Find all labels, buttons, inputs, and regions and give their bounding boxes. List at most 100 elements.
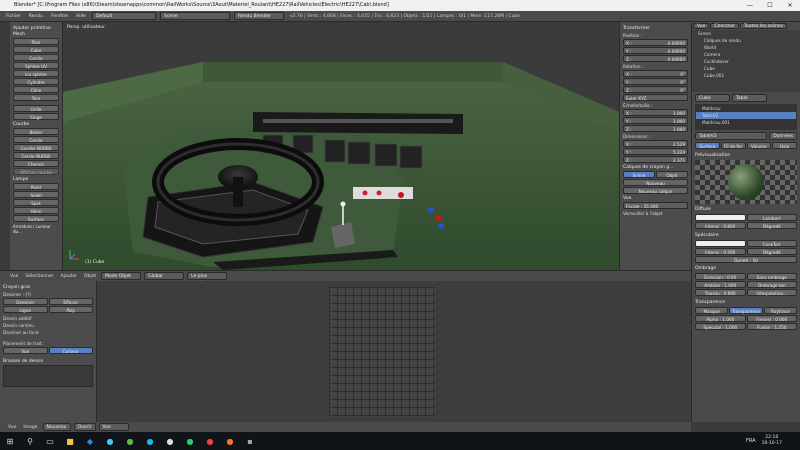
snap-target-select[interactable]: Le plus proche: [187, 272, 228, 286]
location-y-field[interactable]: Y :0.00000: [623, 47, 688, 54]
additive-drawing-checkbox[interactable]: Dessin additif: [3, 316, 93, 321]
scale-z-field[interactable]: Z :1.000: [623, 125, 688, 132]
material-slot[interactable]: TableV2: [696, 112, 796, 119]
object-selector[interactable]: Cube: [695, 94, 730, 102]
add-point-lamp-button[interactable]: Point: [13, 183, 59, 190]
grease-new-button[interactable]: Nouveau: [623, 179, 688, 186]
specular-ramp-checkbox[interactable]: Dégradé: [746, 248, 797, 255]
view-menu[interactable]: Vue: [8, 274, 20, 279]
dimensions-x-field[interactable]: X :2.529: [623, 140, 688, 147]
rotation-y-field[interactable]: Y :0°: [623, 78, 688, 85]
translucency-field[interactable]: Translu : 0.000: [695, 289, 746, 296]
grease-object-button[interactable]: Objet: [656, 171, 688, 178]
search-icon[interactable]: ⚲: [22, 434, 38, 448]
line-button[interactable]: Ligne: [3, 306, 48, 313]
show-curve-button[interactable]: Afficher courbe: [13, 168, 59, 175]
placement-cursor-button[interactable]: Curseur: [48, 347, 93, 354]
outliner-item-cockhdover[interactable]: Cockhdover: [692, 58, 800, 65]
draw-behind-checkbox[interactable]: Dessiner au fond: [3, 330, 93, 335]
whatsapp-icon[interactable]: ●: [182, 434, 198, 448]
outliner-item-cube[interactable]: Cube: [692, 65, 800, 72]
outliner-item-cube-001[interactable]: Cube.001: [692, 72, 800, 79]
tab-volume[interactable]: Volume: [746, 142, 772, 149]
outliner-item-camera[interactable]: Camera: [692, 51, 800, 58]
add-path-button[interactable]: Chemin: [13, 160, 59, 167]
toolshelf-tabs[interactable]: [0, 22, 10, 270]
dimensions-y-field[interactable]: Y :5.224: [623, 148, 688, 155]
outliner-search-menu[interactable]: Chercher: [710, 23, 739, 29]
diffuse-ramp-checkbox[interactable]: Dégradé: [746, 222, 797, 229]
add-curve-circle-button[interactable]: Cercle: [13, 136, 59, 143]
alpha-field[interactable]: Alpha : 1.000: [695, 315, 746, 322]
add-spot-lamp-button[interactable]: Spot: [13, 199, 59, 206]
dimensions-z-field[interactable]: Z :2.371: [623, 156, 688, 163]
add-cube-button[interactable]: Cube: [13, 46, 59, 53]
add-nurbs-circle-button[interactable]: Cercle NURBS: [13, 152, 59, 159]
new-image-button[interactable]: Nouveau: [42, 423, 71, 431]
location-x-field[interactable]: X :0.00000: [623, 39, 688, 46]
menu-file[interactable]: Fichier: [4, 14, 23, 19]
add-hemi-lamp-button[interactable]: Hémi: [13, 207, 59, 214]
diffuse-intensity-field[interactable]: Intensi : 0.800: [695, 222, 746, 229]
3d-viewport[interactable]: Persp. utilisateur (1) Cube: [63, 22, 619, 270]
add-cylinder-button[interactable]: Cylindre: [13, 78, 59, 85]
blender-icon[interactable]: ●: [222, 434, 238, 448]
rotation-mode-select[interactable]: Euler XYZ: [623, 94, 688, 101]
outliner-item-render-layers[interactable]: Calques de rendu: [692, 37, 800, 44]
clock[interactable]: 22:18 18-10-17: [762, 435, 782, 447]
uv-image-editor[interactable]: [97, 281, 691, 422]
specular-color-swatch[interactable]: [695, 240, 746, 247]
add-torus-button[interactable]: Tore: [13, 94, 59, 101]
add-ico-sphere-button[interactable]: Ico sphère: [13, 70, 59, 77]
add-cone-button[interactable]: Cône: [13, 86, 59, 93]
select-menu[interactable]: Sélectionner: [23, 274, 55, 279]
continuous-drawing-checkbox[interactable]: Dessin continu: [3, 323, 93, 328]
add-sun-lamp-button[interactable]: Soleil: [13, 191, 59, 198]
scale-y-field[interactable]: Y :1.000: [623, 117, 688, 124]
maximize-icon[interactable]: ☐: [760, 0, 780, 11]
specular-shader-select[interactable]: CookTorr: [746, 240, 797, 247]
tab-surface[interactable]: Surface: [695, 142, 720, 149]
menu-help[interactable]: Aide: [74, 14, 88, 19]
rotation-x-field[interactable]: X :0°: [623, 70, 688, 77]
outliner-view-menu[interactable]: Vue: [693, 23, 710, 29]
diffuse-color-swatch[interactable]: [695, 214, 746, 221]
task-view-icon[interactable]: ▭: [42, 434, 58, 448]
outliner-item-scene[interactable]: Scene: [692, 30, 800, 37]
material-slot[interactable]: Matériau.001: [696, 119, 796, 126]
tab-halo[interactable]: Halo: [772, 142, 797, 149]
erase-button[interactable]: Effacer: [48, 298, 93, 305]
windows-start-icon[interactable]: ⊞: [2, 434, 18, 448]
outliner-display-select[interactable]: Toutes les scènes: [739, 23, 788, 29]
rotation-z-field[interactable]: Z :0°: [623, 86, 688, 93]
emission-field[interactable]: Émission : 0.00: [695, 273, 746, 280]
scale-x-field[interactable]: X :1.000: [623, 109, 688, 116]
open-image-button[interactable]: Ouvrir: [73, 423, 96, 431]
add-grid-button[interactable]: Grille: [13, 105, 59, 112]
outliner-item-world[interactable]: World: [692, 44, 800, 51]
menu-render[interactable]: Rendu: [27, 14, 45, 19]
hardness-field[interactable]: Dureté : 50: [695, 256, 797, 263]
transp-ztransp-tab[interactable]: Transparence: [729, 307, 763, 314]
steam-icon[interactable]: ●: [162, 434, 178, 448]
fresnel-field[interactable]: Fresnel : 0.000: [746, 315, 797, 322]
transp-raytrace-tab[interactable]: Raytrace: [763, 307, 797, 314]
material-slot[interactable]: Matériau: [696, 105, 796, 112]
minimize-icon[interactable]: —: [740, 0, 760, 11]
scene-select[interactable]: Scene: [159, 12, 230, 20]
tab-wire[interactable]: Fil de fer: [720, 142, 746, 149]
layout-select[interactable]: Default: [91, 12, 156, 20]
material-selector[interactable]: Table: [732, 94, 767, 102]
add-monkey-button[interactable]: Singe: [13, 113, 59, 120]
grease-new-layer-button[interactable]: Nouveau calque: [623, 187, 688, 194]
app-icon[interactable]: ●: [122, 434, 138, 448]
location-z-field[interactable]: Z :0.00000: [623, 55, 688, 62]
add-bezier-button[interactable]: Bézier: [13, 128, 59, 135]
uv-view-select[interactable]: Vue: [98, 423, 129, 431]
brush-list[interactable]: [3, 365, 93, 387]
object-menu[interactable]: Objet: [82, 274, 98, 279]
viewport-scene[interactable]: [63, 22, 619, 270]
specular-alpha-field[interactable]: Spéculai : 1.000: [695, 323, 746, 330]
skype-icon[interactable]: ●: [142, 434, 158, 448]
file-explorer-icon[interactable]: ■: [62, 434, 78, 448]
